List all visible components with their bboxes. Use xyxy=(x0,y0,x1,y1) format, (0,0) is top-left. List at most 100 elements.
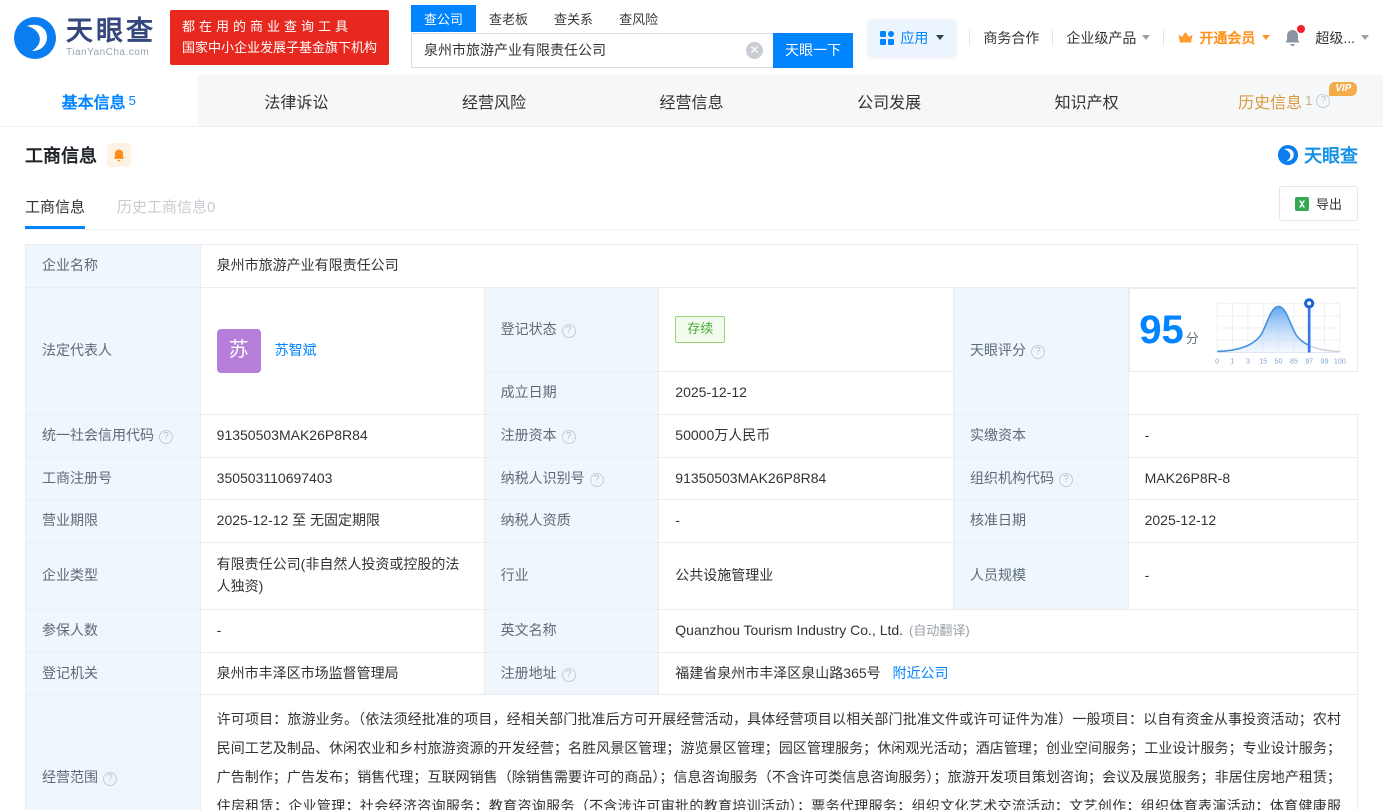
search-input[interactable] xyxy=(411,32,774,68)
field-label: 工商注册号 xyxy=(25,456,201,501)
table-row: 企业类型 有限责任公司(非自然人投资或控股的法人独资) 行业 公共设施管理业 人… xyxy=(25,541,1359,610)
help-icon[interactable]: ? xyxy=(103,771,117,786)
score-marker-pin-center xyxy=(1306,301,1312,306)
reg-number-value: 350503110697403 xyxy=(199,456,485,501)
field-label-text: 经营范围 xyxy=(42,768,98,785)
notifications-bell[interactable] xyxy=(1283,24,1306,48)
score-distribution-chart: 0 1 3 15 50 85 97 99 100 xyxy=(1215,297,1346,365)
reg-status-value: 存续 xyxy=(658,286,954,373)
address-text: 福建省泉州市丰泽区泉山路365号 xyxy=(675,664,881,681)
help-icon[interactable]: ? xyxy=(561,429,576,444)
help-icon[interactable]: ? xyxy=(159,429,173,444)
header-nav: 应用 商务合作 企业级产品 开通会员 超级... xyxy=(868,19,1369,56)
staff-size-value: - xyxy=(1127,541,1359,610)
logo-domain: TianYanCha.com xyxy=(66,46,150,58)
search-tab-boss[interactable]: 查老板 xyxy=(476,5,541,32)
paid-capital-value: - xyxy=(1127,413,1359,458)
search-tab-relation[interactable]: 查关系 xyxy=(541,5,606,32)
help-icon[interactable]: ? xyxy=(589,472,604,487)
taxpayer-quality-value: - xyxy=(658,499,954,543)
est-date-value: 2025-12-12 xyxy=(658,371,954,415)
tab-label: 历史信息 xyxy=(1238,94,1303,112)
nav-cooperation[interactable]: 商务合作 xyxy=(983,28,1039,48)
subtab-row: 工商信息 历史工商信息0 导出 xyxy=(25,186,1358,230)
search-tab-company[interactable]: 查公司 xyxy=(411,4,477,32)
nav-open-vip[interactable]: 开通会员 xyxy=(1177,28,1271,48)
table-row: 企业名称 泉州市旅游产业有限责任公司 xyxy=(25,244,1359,288)
field-label: 纳税人识别号? xyxy=(483,456,660,501)
tab-intellectual-property[interactable]: 知识产权 xyxy=(988,75,1186,126)
field-label: 企业名称 xyxy=(25,244,201,288)
tianyancha-logo[interactable]: 天眼查 TianYanCha.com xyxy=(12,15,156,61)
field-label-text: 统一社会信用代码 xyxy=(42,426,154,443)
legal-rep-link[interactable]: 苏智斌 xyxy=(275,340,317,362)
industry-value: 公共设施管理业 xyxy=(658,541,954,610)
business-term-value: 2025-12-12 至 无固定期限 xyxy=(199,499,485,543)
divider xyxy=(1052,29,1054,46)
help-icon[interactable]: ? xyxy=(561,667,576,682)
field-label: 注册地址? xyxy=(483,651,660,696)
vip-label: 开通会员 xyxy=(1199,29,1256,46)
table-row: 营业期限 2025-12-12 至 无固定期限 纳税人资质 - 核准日期 202… xyxy=(25,499,1359,543)
chart-tick-labels: 0 1 3 15 50 85 97 99 100 xyxy=(1215,357,1346,365)
tab-label: 公司发展 xyxy=(857,94,922,112)
table-row: 登记机关 泉州市丰泽区市场监督管理局 注册地址? 福建省泉州市丰泽区泉山路365… xyxy=(25,651,1358,696)
svg-text:100: 100 xyxy=(1334,357,1346,365)
field-label-text: 注册地址 xyxy=(500,664,557,681)
search-row: ✕ 天眼一下 xyxy=(411,32,854,68)
tab-business-info[interactable]: 经营信息 xyxy=(593,75,791,126)
field-label: 天眼评分? xyxy=(952,286,1129,415)
chevron-down-icon xyxy=(936,35,945,40)
nav-enterprise-label: 企业级产品 xyxy=(1066,29,1137,46)
field-label: 营业期限 xyxy=(25,499,201,543)
clear-search-icon[interactable]: ✕ xyxy=(746,41,764,59)
business-scope-value: 许可项目：旅游业务。（依法须经批准的项目，经相关部门批准后方可开展经营活动，具体… xyxy=(199,694,1359,810)
help-icon[interactable]: ? xyxy=(1030,344,1045,359)
subtab-business-registration[interactable]: 工商信息 xyxy=(25,196,86,229)
credit-code-value: 91350503MAK26P8R84 xyxy=(199,413,485,458)
tab-history-info[interactable]: VIP 历史信息 1 ? xyxy=(1185,75,1383,126)
watermark-text: 天眼查 xyxy=(1304,146,1358,166)
approval-date-value: 2025-12-12 xyxy=(1127,499,1359,543)
tab-company-development[interactable]: 公司发展 xyxy=(790,75,988,126)
apps-button[interactable]: 应用 xyxy=(868,19,957,56)
tab-label: 经营风险 xyxy=(461,94,526,112)
subscribe-bell-chip[interactable] xyxy=(107,143,131,167)
nearby-companies-link[interactable]: 附近公司 xyxy=(893,665,949,681)
svg-text:97: 97 xyxy=(1305,357,1313,365)
divider xyxy=(1163,29,1165,46)
subtab-history-registration[interactable]: 历史工商信息0 xyxy=(117,196,215,229)
field-label: 实缴资本 xyxy=(952,413,1129,458)
svg-text:85: 85 xyxy=(1290,357,1298,365)
reg-authority-value: 泉州市丰泽区市场监督管理局 xyxy=(199,651,485,696)
field-label-text: 纳税人识别号 xyxy=(500,469,585,486)
promo-line1: 都在用的商业查询工具 xyxy=(182,19,353,35)
score-unit: 分 xyxy=(1185,330,1199,346)
help-icon[interactable]: ? xyxy=(561,323,576,338)
section-header: 工商信息 天眼查 xyxy=(25,142,1358,168)
search-button[interactable]: 天眼一下 xyxy=(773,32,854,68)
export-button[interactable]: 导出 xyxy=(1278,186,1358,221)
help-icon[interactable]: ? xyxy=(1058,472,1073,487)
svg-text:0: 0 xyxy=(1215,357,1219,365)
avatar[interactable]: 苏 xyxy=(216,328,261,373)
crown-icon xyxy=(1178,32,1193,43)
auto-translate-note: (自动翻译) xyxy=(909,622,970,638)
notification-dot xyxy=(1297,24,1306,33)
tab-business-risk[interactable]: 经营风险 xyxy=(395,75,593,126)
table-row: 法定代表人 苏 苏智斌 登记状态? 存续 天眼评分? 95 分 0 1 3 15… xyxy=(25,286,1358,415)
tab-basic-info[interactable]: 基本信息 5 xyxy=(0,75,198,126)
promo-banner: 都在用的商业查询工具 国家中小企业发展子基金旗下机构 xyxy=(170,10,390,65)
nav-super-vip[interactable]: 超级... xyxy=(1315,28,1369,48)
export-label: 导出 xyxy=(1315,197,1342,212)
field-label: 组织机构代码? xyxy=(952,456,1129,501)
nav-enterprise[interactable]: 企业级产品 xyxy=(1066,28,1151,48)
site-header: 天眼查 TianYanCha.com 都在用的商业查询工具 国家中小企业发展子基… xyxy=(0,0,1383,75)
tab-legal-cases[interactable]: 法律诉讼 xyxy=(198,75,396,126)
taxpayer-id-value: 91350503MAK26P8R84 xyxy=(658,456,954,501)
field-label-text: 组织机构代码 xyxy=(969,469,1054,486)
field-label-text: 登记状态 xyxy=(500,320,557,337)
search-tab-risk[interactable]: 查风险 xyxy=(606,5,671,32)
english-name-value: Quanzhou Tourism Industry Co., Ltd. (自动翻译… xyxy=(658,608,1358,653)
promo-line2: 国家中小企业发展子基金旗下机构 xyxy=(182,39,378,55)
